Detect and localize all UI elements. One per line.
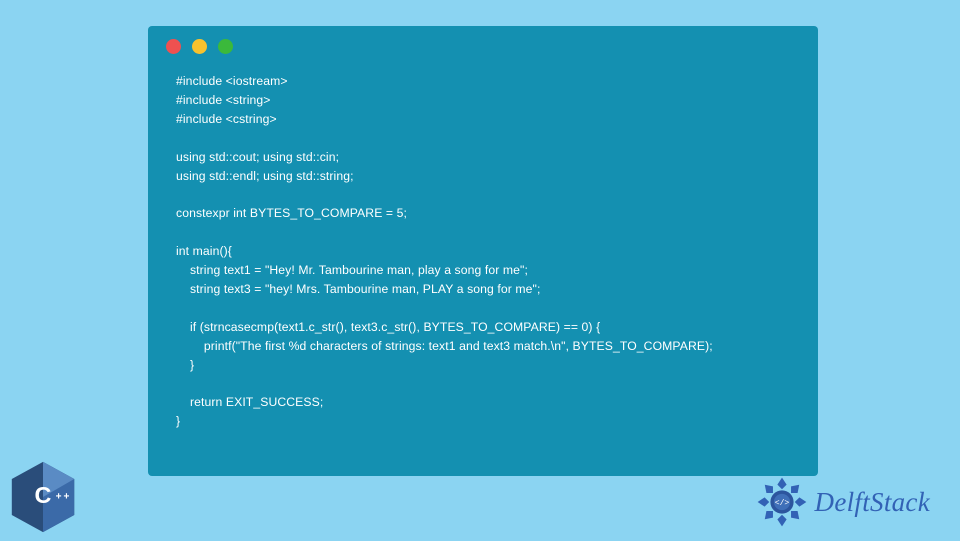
code-window: #include <iostream> #include <string> #i… [148, 26, 818, 476]
code-line: string text3 = "hey! Mrs. Tambourine man… [176, 282, 540, 296]
svg-text:C: C [35, 482, 52, 508]
code-line: #include <iostream> [176, 74, 288, 88]
code-line: } [176, 414, 180, 428]
close-icon [166, 39, 181, 54]
code-line: if (strncasecmp(text1.c_str(), text3.c_s… [176, 320, 600, 334]
code-line: } [176, 358, 194, 372]
code-line: #include <string> [176, 93, 271, 107]
code-line: constexpr int BYTES_TO_COMPARE = 5; [176, 206, 407, 220]
code-line: using std::endl; using std::string; [176, 169, 354, 183]
cpp-logo-icon: C + + [4, 458, 82, 536]
svg-text:+: + [63, 491, 69, 502]
code-line: #include <cstring> [176, 112, 277, 126]
svg-text:</>: </> [774, 499, 789, 508]
code-block: #include <iostream> #include <string> #i… [148, 60, 818, 441]
brand-text: DelftStack [815, 487, 930, 518]
window-titlebar [148, 26, 818, 60]
delftstack-logo-icon: </> [753, 473, 811, 531]
code-line: string text1 = "Hey! Mr. Tambourine man,… [176, 263, 528, 277]
minimize-icon [192, 39, 207, 54]
delftstack-brand: </> DelftStack [753, 473, 930, 531]
code-line: return EXIT_SUCCESS; [176, 395, 323, 409]
code-line: printf("The first %d characters of strin… [176, 339, 713, 353]
code-line: int main(){ [176, 244, 232, 258]
maximize-icon [218, 39, 233, 54]
code-line: using std::cout; using std::cin; [176, 150, 339, 164]
svg-text:+: + [56, 491, 62, 502]
